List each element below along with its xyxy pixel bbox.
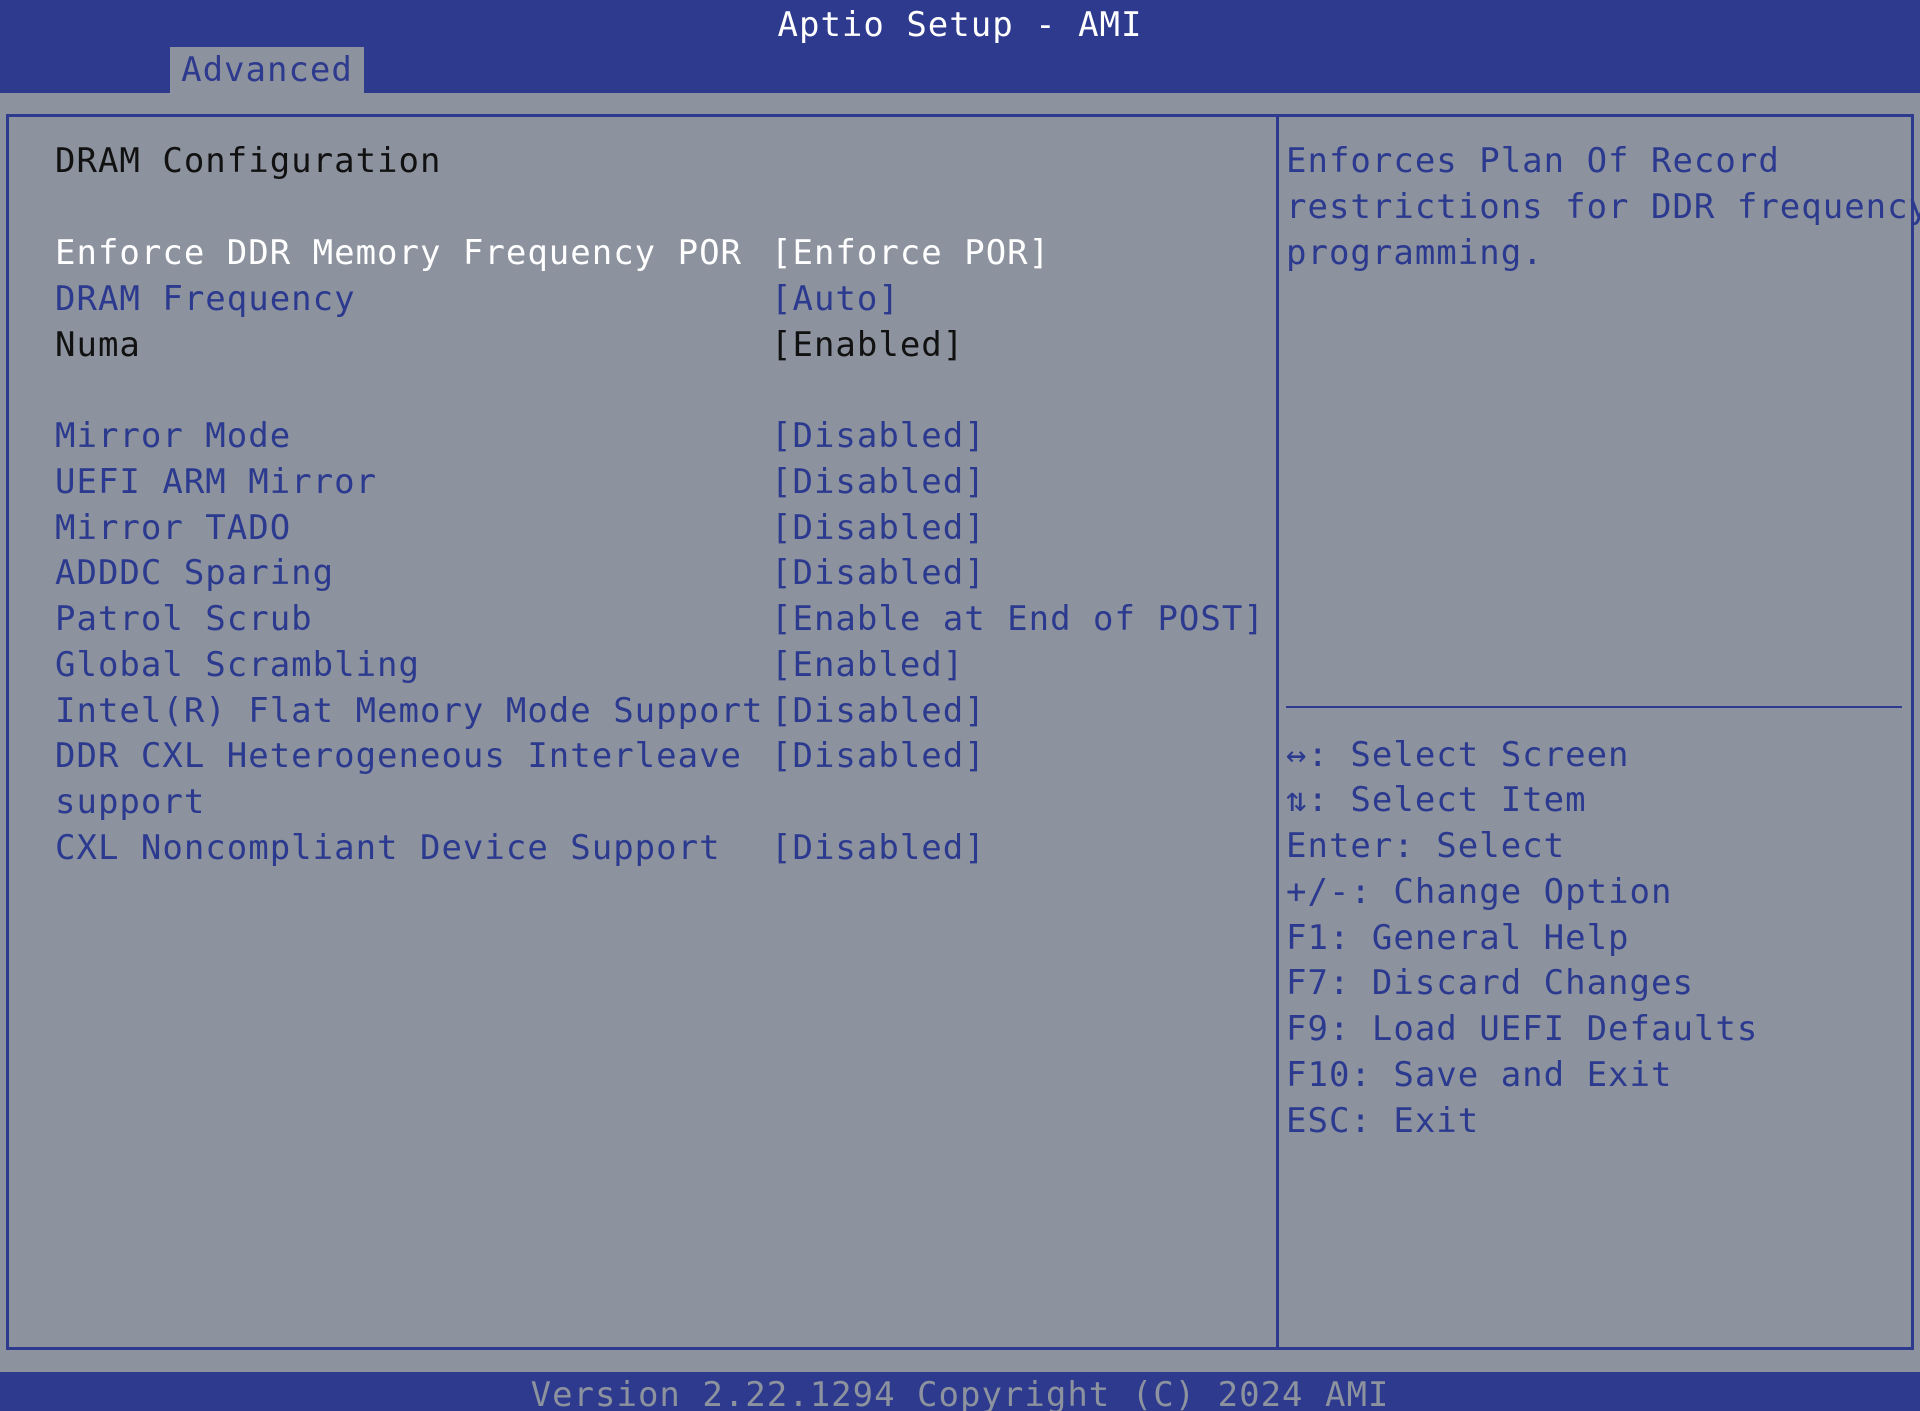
setting-patrol-scrub-value[interactable]: [Enable at End of POST] [771, 596, 1265, 642]
key-hint-exit: ESC: Exit [1286, 1101, 1480, 1141]
key-hint-change-option: +/-: Change Option [1286, 872, 1673, 912]
page-title: DRAM Configuration [55, 141, 442, 181]
setting-ddr-cxl-interleave-value[interactable]: [Disabled] [771, 733, 986, 779]
key-hint-enter: Enter: Select [1286, 826, 1566, 866]
key-hint-select-item: ⇅: Select Item [1286, 780, 1587, 820]
help-description-line: Enforces Plan Of Record [1286, 141, 1780, 181]
setting-mirror-tado[interactable]: Mirror TADO [55, 505, 291, 551]
setting-ddr-cxl-interleave[interactable]: DDR CXL Heterogeneous Interleave [55, 733, 742, 779]
setting-mirror-mode[interactable]: Mirror Mode [55, 413, 291, 459]
version-copyright: Version 2.22.1294 Copyright (C) 2024 AMI [530, 1375, 1390, 1411]
setting-flat-memory-mode-support-value[interactable]: [Disabled] [771, 688, 986, 734]
key-hint-discard-changes: F7: Discard Changes [1286, 963, 1694, 1003]
help-description-line: programming. [1286, 233, 1544, 273]
app-title: Aptio Setup - AMI [777, 5, 1143, 45]
setting-global-scrambling-value[interactable]: [Enabled] [771, 642, 964, 688]
setting-enforce-ddr-frequency-por-value[interactable]: [Enforce POR] [771, 230, 1050, 276]
key-hint-select-screen: ↔: Select Screen [1286, 735, 1630, 775]
setting-mirror-tado-value[interactable]: [Disabled] [771, 505, 986, 551]
tab-advanced[interactable]: Advanced [170, 47, 364, 93]
help-description-line: restrictions for DDR frequency [1286, 187, 1920, 227]
key-hint-general-help: F1: General Help [1286, 918, 1630, 958]
setting-dram-frequency[interactable]: DRAM Frequency [55, 276, 356, 322]
setting-global-scrambling[interactable]: Global Scrambling [55, 642, 420, 688]
setting-enforce-ddr-frequency-por[interactable]: Enforce DDR Memory Frequency POR [55, 230, 742, 276]
setting-cxl-noncompliant-device-support-value[interactable]: [Disabled] [771, 825, 986, 871]
setting-numa-value: [Enabled] [771, 325, 965, 365]
setting-numa: Numa [55, 325, 141, 365]
key-hint-save-exit: F10: Save and Exit [1286, 1055, 1673, 1095]
key-hint-load-defaults: F9: Load UEFI Defaults [1286, 1009, 1759, 1049]
setting-patrol-scrub[interactable]: Patrol Scrub [55, 596, 313, 642]
setting-flat-memory-mode-support[interactable]: Intel(R) Flat Memory Mode Support [55, 688, 764, 734]
setting-dram-frequency-value[interactable]: [Auto] [771, 276, 900, 322]
setting-uefi-arm-mirror-value[interactable]: [Disabled] [771, 459, 986, 505]
setting-cxl-noncompliant-device-support[interactable]: CXL Noncompliant Device Support [55, 825, 721, 871]
setting-adddc-sparing[interactable]: ADDDC Sparing [55, 550, 334, 596]
setting-mirror-mode-value[interactable]: [Disabled] [771, 413, 986, 459]
setting-adddc-sparing-value[interactable]: [Disabled] [771, 550, 986, 596]
setting-uefi-arm-mirror[interactable]: UEFI ARM Mirror [55, 459, 377, 505]
setting-ddr-cxl-interleave-line2[interactable]: support [55, 779, 205, 825]
help-divider [1286, 706, 1902, 708]
